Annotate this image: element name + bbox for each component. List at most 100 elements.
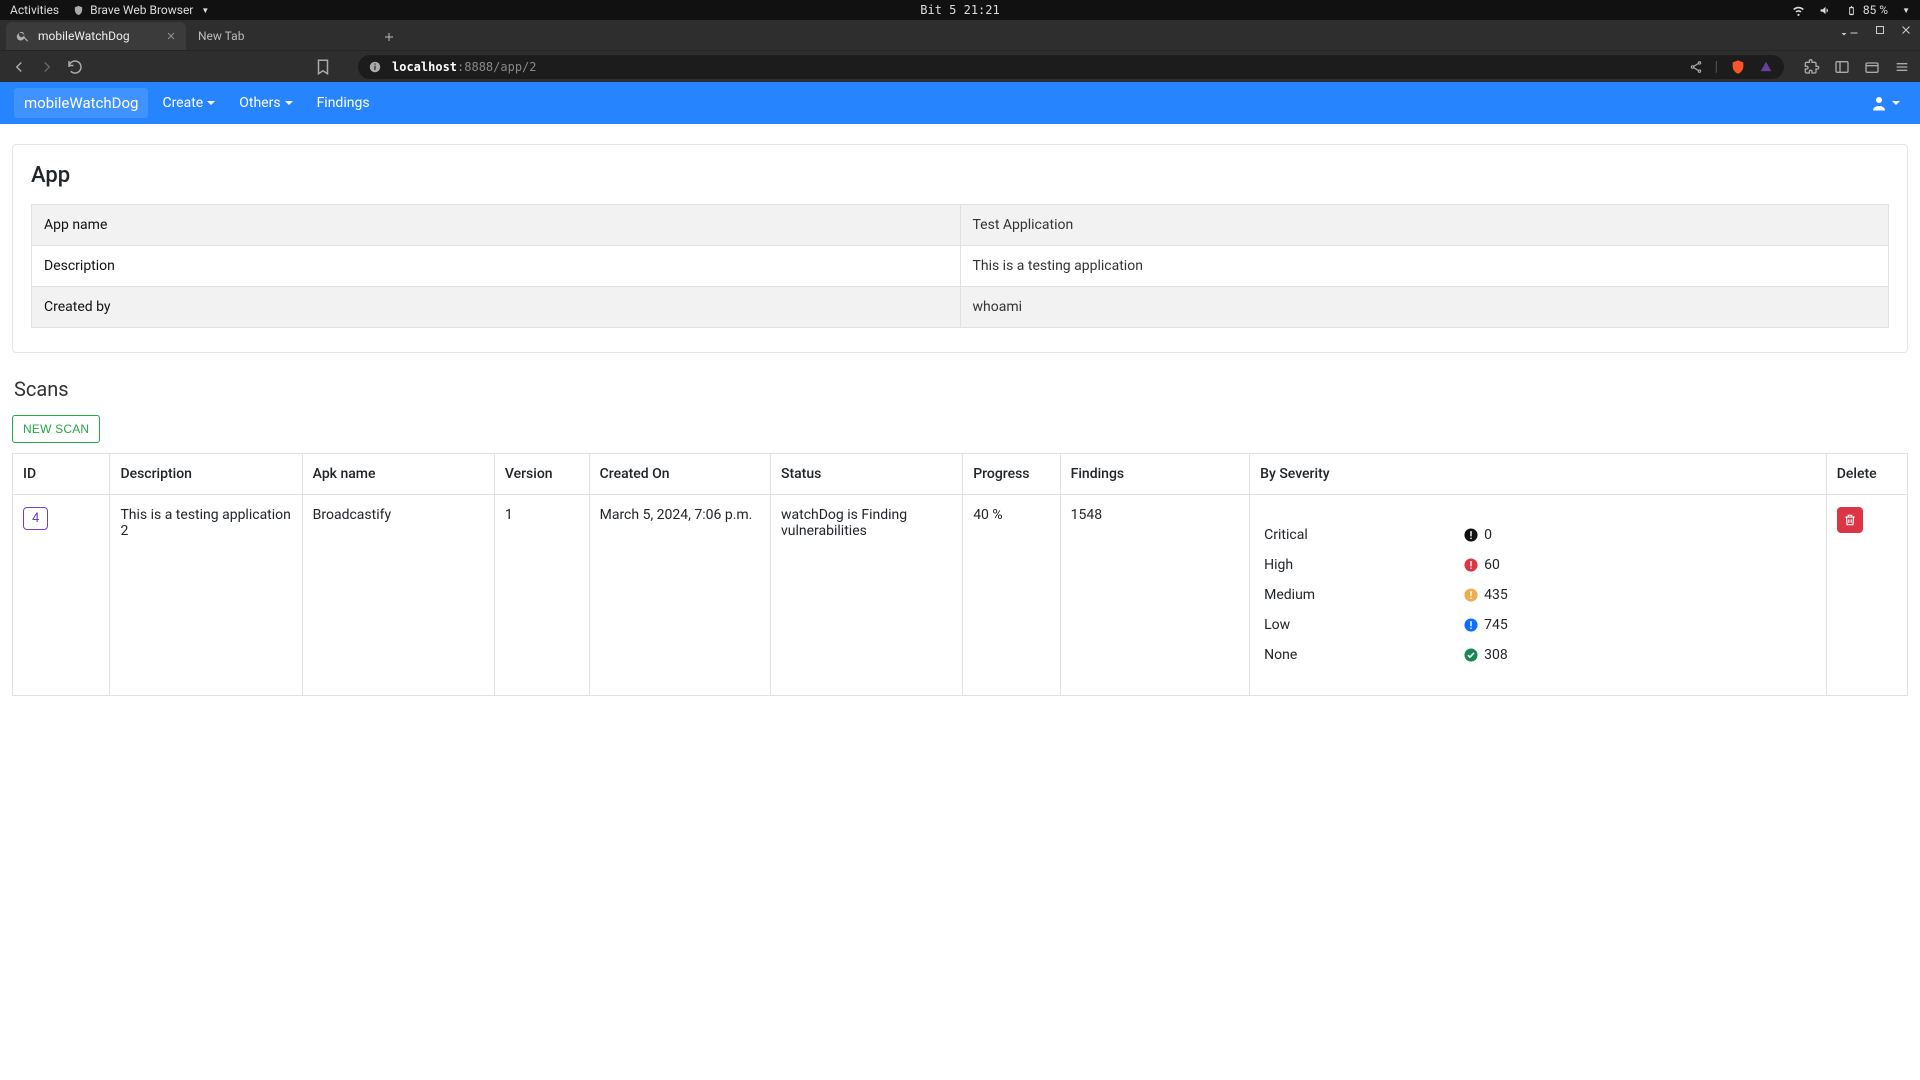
th-status: Status xyxy=(770,454,962,495)
scans-heading: Scans xyxy=(14,377,1908,401)
brave-rewards-icon[interactable] xyxy=(1758,59,1774,75)
scan-progress: 40 % xyxy=(963,495,1060,696)
sev-none-label: None xyxy=(1264,647,1464,663)
sev-high-count: 60 xyxy=(1484,557,1500,573)
clock[interactable]: Bit 5 21:21 xyxy=(920,3,999,17)
chevron-down-icon xyxy=(1892,101,1900,109)
back-button[interactable] xyxy=(10,58,28,76)
user-menu[interactable] xyxy=(1870,94,1906,112)
activities-button[interactable]: Activities xyxy=(10,3,59,17)
th-id: ID xyxy=(13,454,110,495)
scans-table: ID Description Apk name Version Created … xyxy=(12,453,1908,696)
close-icon[interactable] xyxy=(166,31,176,41)
app-creator-value: whoami xyxy=(960,287,1889,328)
exclamation-circle-icon xyxy=(1464,618,1478,632)
th-created: Created On xyxy=(589,454,770,495)
th-progress: Progress xyxy=(963,454,1060,495)
delete-scan-button[interactable] xyxy=(1837,507,1863,533)
magnifier-icon xyxy=(16,29,30,43)
th-apk: Apk name xyxy=(302,454,494,495)
site-info-icon[interactable] xyxy=(368,60,382,74)
table-row: Description This is a testing applicatio… xyxy=(32,246,1889,287)
exclamation-circle-icon xyxy=(1464,588,1478,602)
maximize-icon[interactable] xyxy=(1874,24,1886,36)
hamburger-menu-icon[interactable] xyxy=(1894,59,1910,75)
sev-medium-count: 435 xyxy=(1484,587,1508,603)
th-severity: By Severity xyxy=(1250,454,1827,495)
table-row: App name Test Application xyxy=(32,205,1889,246)
sev-low-count: 745 xyxy=(1484,617,1508,633)
brave-shields-icon[interactable] xyxy=(1730,59,1746,75)
check-circle-icon xyxy=(1464,648,1478,662)
app-creator-label: Created by xyxy=(32,287,961,328)
sev-low-label: Low xyxy=(1264,617,1464,633)
app-desc-label: Description xyxy=(32,246,961,287)
sev-none-count: 308 xyxy=(1484,647,1508,663)
app-navbar: mobileWatchDog Create Others Findings xyxy=(0,82,1920,124)
share-icon[interactable] xyxy=(1689,60,1703,74)
sev-medium-label: Medium xyxy=(1264,587,1464,603)
scan-created: March 5, 2024, 7:06 p.m. xyxy=(589,495,770,696)
sev-high-label: High xyxy=(1264,557,1464,573)
table-row: Created by whoami xyxy=(32,287,1889,328)
chevron-down-icon xyxy=(285,101,293,109)
scan-status: watchDog is Finding vulnerabilities xyxy=(770,495,962,696)
scan-version: 1 xyxy=(494,495,589,696)
system-tray[interactable]: 85 % ▼ xyxy=(1792,3,1910,17)
url-text: localhost:8888/app/2 xyxy=(392,60,537,74)
address-bar: localhost:8888/app/2 | xyxy=(0,50,1920,82)
th-desc: Description xyxy=(110,454,302,495)
scan-desc: This is a testing application 2 xyxy=(110,495,302,696)
tab-strip: mobileWatchDog New Tab xyxy=(0,20,1920,50)
exclamation-circle-icon xyxy=(1464,528,1478,542)
th-findings: Findings xyxy=(1060,454,1250,495)
table-row: 4 This is a testing application 2 Broadc… xyxy=(13,495,1908,696)
app-name-label: App name xyxy=(32,205,961,246)
sev-critical-count: 0 xyxy=(1484,527,1492,543)
scan-findings: 1548 xyxy=(1060,495,1250,696)
brand-link[interactable]: mobileWatchDog xyxy=(14,88,148,118)
new-scan-button[interactable]: NEW SCAN xyxy=(12,415,100,443)
exclamation-circle-icon xyxy=(1464,558,1478,572)
forward-button[interactable] xyxy=(38,58,56,76)
tab-title: mobileWatchDog xyxy=(38,29,130,43)
reload-button[interactable] xyxy=(66,58,84,76)
url-input[interactable]: localhost:8888/app/2 | xyxy=(358,55,1784,79)
tab-newtab[interactable]: New Tab xyxy=(188,22,368,50)
extensions-icon[interactable] xyxy=(1804,59,1820,75)
sidebar-icon[interactable] xyxy=(1834,59,1850,75)
trash-icon xyxy=(1843,513,1857,527)
wifi-icon xyxy=(1792,4,1805,17)
chevron-down-icon xyxy=(207,101,215,109)
os-top-bar: Activities Brave Web Browser ▼ Bit 5 21:… xyxy=(0,0,1920,20)
new-tab-button[interactable] xyxy=(376,24,402,50)
tab-active[interactable]: mobileWatchDog xyxy=(6,22,186,50)
minimize-icon[interactable] xyxy=(1848,24,1860,36)
browser-chrome: mobileWatchDog New Tab localhost:8888/ap… xyxy=(0,20,1920,82)
tab-title: New Tab xyxy=(198,29,244,43)
wallet-icon[interactable] xyxy=(1864,59,1880,75)
nav-findings[interactable]: Findings xyxy=(307,89,380,117)
volume-icon xyxy=(1819,4,1832,17)
scan-id-link[interactable]: 4 xyxy=(23,507,48,530)
user-icon xyxy=(1870,94,1888,112)
app-heading: App xyxy=(31,163,1889,188)
table-header-row: ID Description Apk name Version Created … xyxy=(13,454,1908,495)
scan-severity-cell: Critical 0 High 60 xyxy=(1250,495,1827,696)
bookmark-button[interactable] xyxy=(314,58,332,76)
plus-icon xyxy=(383,31,395,43)
app-desc-value: This is a testing application xyxy=(960,246,1889,287)
nav-others[interactable]: Others xyxy=(229,89,302,117)
app-info-table: App name Test Application Description Th… xyxy=(31,204,1889,328)
nav-create[interactable]: Create xyxy=(152,89,225,117)
window-close-icon[interactable] xyxy=(1900,24,1912,36)
th-delete: Delete xyxy=(1826,454,1907,495)
brave-shield-icon xyxy=(73,5,84,16)
app-name-value: Test Application xyxy=(960,205,1889,246)
page-content: App App name Test Application Descriptio… xyxy=(0,124,1920,696)
scan-apk: Broadcastify xyxy=(302,495,494,696)
th-ver: Version xyxy=(494,454,589,495)
active-app-indicator[interactable]: Brave Web Browser ▼ xyxy=(73,3,209,17)
sev-critical-label: Critical xyxy=(1264,527,1464,543)
battery-icon xyxy=(1846,5,1857,16)
